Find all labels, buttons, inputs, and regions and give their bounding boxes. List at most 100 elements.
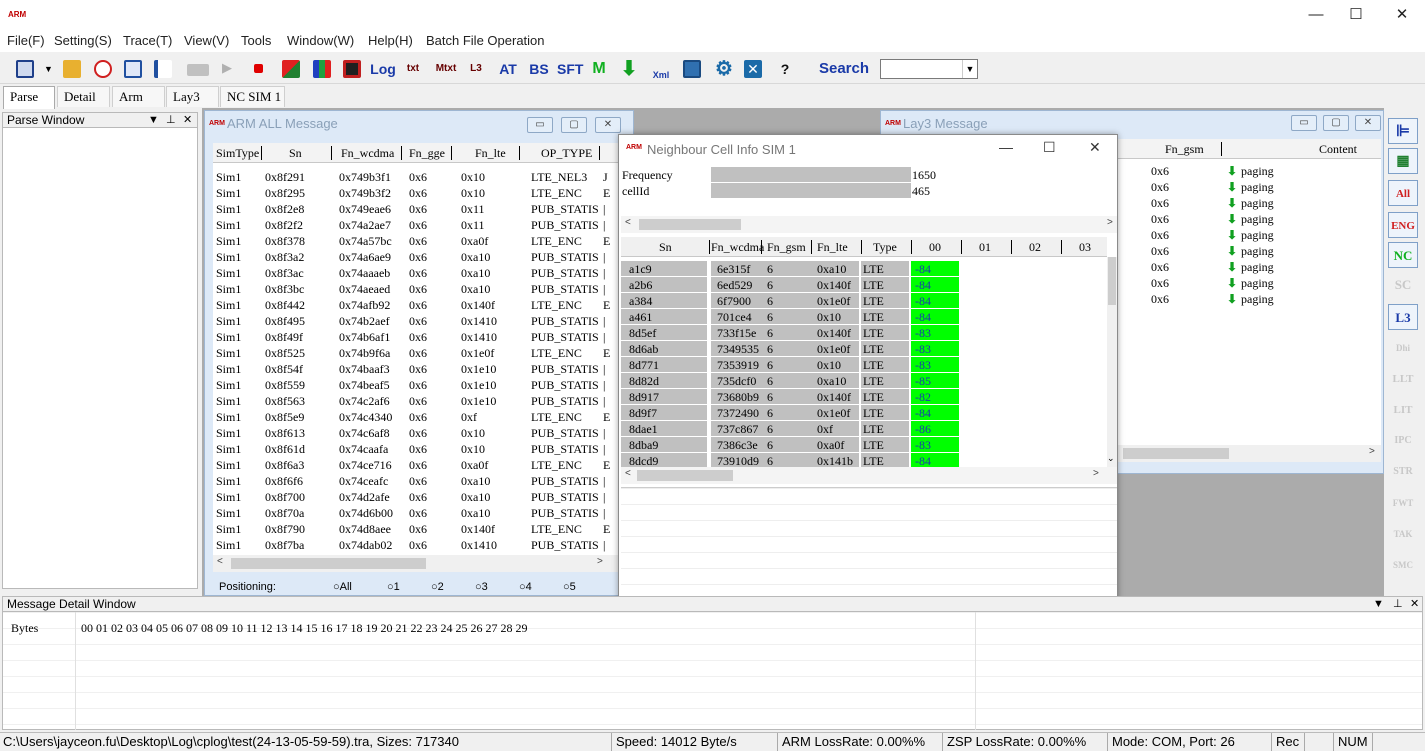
table-row[interactable]: a461 701ce4 6 0x10 LTE -84	[621, 309, 1107, 325]
strip-lit-button[interactable]: LIT	[1388, 397, 1418, 423]
table-row[interactable]: 8dcd9 73910d9 6 0x141b LTE -84	[621, 453, 1107, 467]
tab-arm[interactable]: Arm	[112, 86, 165, 107]
table-row[interactable]: Sim1 0x8f54f 0x74baaf3 0x6 0x1e10 PUB_STATIS |	[213, 361, 619, 377]
col-type[interactable]: Type	[873, 240, 897, 255]
table-row[interactable]: Sim1 0x8f6a3 0x74ce716 0x6 0xa0f LTE_ENC E	[213, 457, 619, 473]
table-row[interactable]: Sim1 0x8f49f 0x74b6af1 0x6 0x1410 PUB_STATIS |	[213, 329, 619, 345]
table-row[interactable]: Sim1 0x8f7ba 0x74dab02 0x6 0x1410 PUB_STATIS |	[213, 537, 619, 553]
mdi-close-button[interactable]: ✕	[595, 117, 621, 133]
mtxt-button[interactable]: Mtxt	[432, 58, 460, 80]
table-row[interactable]: 8d82d 735dcf0 6 0xa10 LTE -85	[621, 373, 1107, 389]
strip-dhi-button[interactable]: Dhi	[1388, 335, 1418, 361]
col-00[interactable]: 00	[929, 240, 941, 255]
scroll-left-icon[interactable]: <	[625, 468, 631, 479]
device-disabled-icon[interactable]	[187, 64, 209, 76]
radio-3[interactable]: ○3	[475, 581, 488, 593]
col-02[interactable]: 02	[1029, 240, 1041, 255]
radio-all[interactable]: ○All	[333, 581, 352, 593]
help-button[interactable]: ?	[777, 58, 793, 80]
find-icon[interactable]	[124, 60, 142, 78]
scroll-right-icon[interactable]: >	[1107, 217, 1113, 228]
radio-4[interactable]: ○4	[519, 581, 532, 593]
table-row[interactable]: 8dba9 7386c3e 6 0xa0f LTE -83	[621, 437, 1107, 453]
log-button[interactable]: Log	[370, 58, 396, 80]
table-row[interactable]: Sim1 0x8f3ac 0x74aaaeb 0x6 0xa10 PUB_STATIS |	[213, 265, 619, 281]
nc-cells-vscroll[interactable]: ⌄	[1107, 257, 1117, 467]
scroll-right-icon[interactable]: >	[597, 556, 603, 567]
layers-icon[interactable]	[313, 60, 331, 78]
col-content[interactable]: Content	[1319, 142, 1357, 157]
mdi-close-button[interactable]: ✕	[1355, 115, 1381, 131]
tab-parse[interactable]: Parse	[3, 86, 55, 109]
strip-eng-button[interactable]: ENG	[1388, 212, 1418, 238]
nc-info-hscroll[interactable]: < >	[621, 216, 1117, 233]
strip-l3-button[interactable]: L3	[1388, 304, 1418, 330]
search-button[interactable]: Search	[814, 58, 874, 80]
pin-icon[interactable]: ⊥	[166, 113, 176, 127]
table-row[interactable]: Sim1 0x8f442 0x74afb92 0x6 0x140f LTE_ENC E	[213, 297, 619, 313]
disk-icon[interactable]	[683, 60, 701, 78]
maximize-button[interactable]: ☐	[1333, 0, 1379, 30]
scroll-right-icon[interactable]: >	[1093, 468, 1099, 479]
table-row[interactable]: a1c9 6e315f 6 0xa10 LTE -84	[621, 261, 1107, 277]
open-folder-icon[interactable]	[63, 60, 81, 78]
stop-icon[interactable]	[254, 64, 263, 73]
table-row[interactable]: 8dae1 737c867 6 0xf LTE -86	[621, 421, 1107, 437]
nc-maximize-button[interactable]: ☐	[1043, 139, 1056, 156]
table-row[interactable]: Sim1 0x8f700 0x74d2afe 0x6 0xa10 PUB_STATIS |	[213, 489, 619, 505]
col-03[interactable]: 03	[1079, 240, 1091, 255]
table-row[interactable]: Sim1 0x8f2e8 0x749eae6 0x6 0x11 PUB_STATIS |	[213, 201, 619, 217]
arm-all-hscroll[interactable]: < >	[213, 555, 619, 572]
mdi-restore-button[interactable]: ▢	[561, 117, 587, 133]
strip-sc-button[interactable]: SC	[1388, 272, 1418, 298]
table-row[interactable]: a2b6 6ed529 6 0x140f LTE -84	[621, 277, 1107, 293]
table-row[interactable]: Sim1 0x8f559 0x74beaf5 0x6 0x1e10 PUB_STATIS |	[213, 377, 619, 393]
strip-tak-button[interactable]: TAK	[1388, 521, 1418, 547]
list-icon[interactable]	[154, 60, 172, 78]
close-button[interactable]: ✕	[1379, 0, 1425, 30]
save-icon[interactable]	[343, 60, 361, 78]
tools-icon[interactable]: ✕	[744, 60, 762, 78]
strip-nc-button[interactable]: NC	[1388, 242, 1418, 268]
mdi-minimize-button[interactable]: ▭	[1291, 115, 1317, 131]
menu-tools[interactable]: Tools	[241, 33, 271, 48]
col-fn-wcdma[interactable]: Fn_wcdma	[711, 240, 764, 255]
menu-help[interactable]: Help(H)	[368, 33, 413, 48]
tab-detail[interactable]: Detail	[57, 86, 110, 107]
table-row[interactable]: a384 6f7900 6 0x1e0f LTE -84	[621, 293, 1107, 309]
col-fn-gge[interactable]: Fn_gge	[409, 146, 445, 161]
table-row[interactable]: 8d771 7353919 6 0x10 LTE -83	[621, 357, 1107, 373]
dropdown-arrow-icon[interactable]: ▼	[44, 64, 54, 74]
download-icon[interactable]: ⬇	[619, 58, 639, 80]
table-row[interactable]: Sim1 0x8f790 0x74d8aee 0x6 0x140f LTE_ENC E	[213, 521, 619, 537]
menu-file[interactable]: File(F)	[7, 33, 45, 48]
tab-lay3[interactable]: Lay3	[166, 86, 219, 107]
tab-nc-sim1[interactable]: NC SIM 1	[220, 86, 285, 107]
strip-str-button[interactable]: STR	[1388, 459, 1418, 485]
chevron-down-icon[interactable]: ▼	[962, 60, 977, 78]
nc-minimize-button[interactable]: —	[999, 139, 1013, 155]
menu-trace[interactable]: Trace(T)	[123, 33, 172, 48]
radio-1[interactable]: ○1	[387, 581, 400, 593]
gear-icon[interactable]: ⚙	[712, 58, 736, 80]
color-filter-icon[interactable]	[282, 60, 300, 78]
col-fn-gsm[interactable]: Fn_gsm	[1165, 142, 1204, 157]
analyze-icon[interactable]	[94, 60, 112, 78]
table-row[interactable]: 8d5ef 733f15e 6 0x140f LTE -83	[621, 325, 1107, 341]
table-row[interactable]: 8d6ab 7349535 6 0x1e0f LTE -83	[621, 341, 1107, 357]
mdi-minimize-button[interactable]: ▭	[527, 117, 553, 133]
table-row[interactable]: Sim1 0x8f5e9 0x74c4340 0x6 0xf LTE_ENC E	[213, 409, 619, 425]
scroll-left-icon[interactable]: <	[625, 217, 631, 228]
col-fn-gsm[interactable]: Fn_gsm	[767, 240, 806, 255]
col-sn[interactable]: Sn	[289, 146, 302, 161]
table-row[interactable]: Sim1 0x8f563 0x74c2af6 0x6 0x1e10 PUB_STATIS |	[213, 393, 619, 409]
radio-5[interactable]: ○5	[563, 581, 576, 593]
close-icon[interactable]: ✕	[1410, 597, 1419, 611]
table-row[interactable]: Sim1 0x8f378 0x74a57bc 0x6 0xa0f LTE_ENC E	[213, 233, 619, 249]
col-simtype[interactable]: SimType	[216, 146, 259, 161]
table-row[interactable]: Sim1 0x8f495 0x74b2aef 0x6 0x1410 PUB_STATIS |	[213, 313, 619, 329]
menu-window[interactable]: Window(W)	[287, 33, 354, 48]
device-icon[interactable]	[16, 60, 34, 78]
table-row[interactable]: Sim1 0x8f291 0x749b3f1 0x6 0x10 LTE_NEL3 J	[213, 169, 619, 185]
strip-ipc-button[interactable]: IPC	[1388, 428, 1418, 454]
